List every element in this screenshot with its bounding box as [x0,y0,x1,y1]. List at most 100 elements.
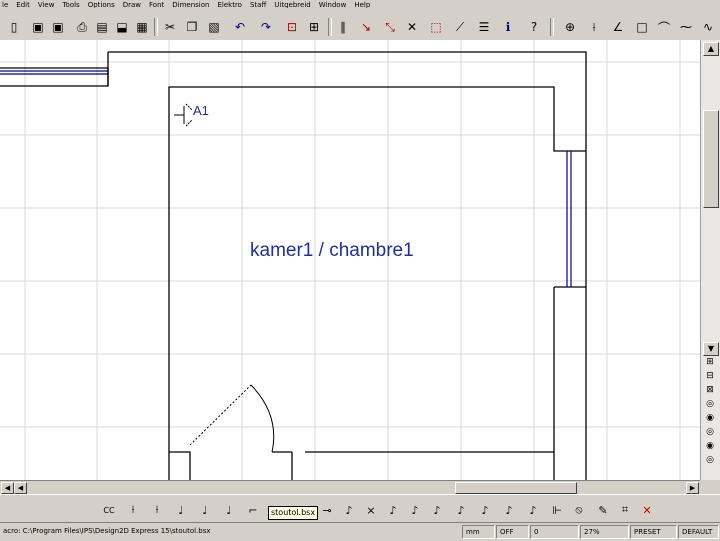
help-pointer-icon[interactable]: ? [524,17,544,37]
zoom-indicator: 27% [580,525,629,539]
menu-item-edit[interactable]: Edit [14,1,30,8]
switch-symbol-2-icon[interactable]: ⟊ [148,501,166,519]
trim-icon[interactable]: ✕ [402,17,422,37]
socket-symbol-icon[interactable]: ♪ [340,501,358,519]
delete-icon[interactable]: ✕ [638,501,656,519]
menu-item-help[interactable]: Help [352,1,370,8]
pencil-icon[interactable]: ✎ [594,501,612,519]
ortho-icon[interactable]: ∠ [608,17,628,37]
print-preview-icon[interactable]: ▤ [92,17,112,37]
menu-item-view[interactable]: View [36,1,55,8]
circle-snap-4-icon[interactable]: ◉ [703,440,717,452]
scroll-left-2-icon[interactable]: ◀ [14,482,27,494]
switch-symbol-icon[interactable]: ⟊ [124,501,142,519]
walls [0,51,587,480]
macro-path: acro: C:\Program Files\IPS\Design2D Expr… [3,527,211,535]
scroll-up-icon[interactable]: ▲ [703,42,719,56]
export-icon[interactable]: ⬓ [112,17,132,37]
menu-item-le[interactable]: le [0,1,8,8]
curve-icon[interactable]: ∿ [698,17,718,37]
cc-button[interactable]: CC [100,501,118,519]
select-window-icon[interactable]: ⬚ [426,17,446,37]
new-file-icon[interactable]: ▯ [4,17,24,37]
page-setup-icon[interactable]: ▦ [132,17,152,37]
circle-snap-2-icon[interactable]: ◉ [703,412,717,424]
lamp-symbol-icon[interactable]: ⦸ [570,501,588,519]
menu-item-draw[interactable]: Draw [121,1,141,8]
properties-icon[interactable]: ℹ [498,17,518,37]
draw-line-icon[interactable]: ↘ [356,17,376,37]
menu-item-options[interactable]: Options [86,1,115,8]
symbols-toolbar: CC ⟊ ⟊ ♩ ♩ ♩ ⌐ ⊸ ♪ ⨯ ♪ ♪ ♪ ♪ ♪ ♪ ♪ ⊩ ⦸ ✎… [0,494,720,523]
outlet-symbol-icon[interactable]: ⊸ [318,501,336,519]
menu-item-window[interactable]: Window [317,1,347,8]
switch-symbol-10-icon[interactable]: ♪ [476,501,494,519]
line-symbol-icon[interactable]: ⌐ [244,501,262,519]
draw-polyline-icon[interactable]: ⤡ [380,17,400,37]
horizontal-scrollbar[interactable]: ◀ ◀ ▶ [0,480,700,494]
grid-toggle-icon[interactable]: ⊞ [703,356,717,368]
arc-icon[interactable]: ⌒ [654,17,674,37]
measure-icon[interactable]: ⟋ [450,17,470,37]
grid-symbol-icon[interactable]: ⌗ [616,501,634,519]
spline-icon[interactable]: ⁓ [676,17,696,37]
save-icon[interactable]: ▣ [28,17,48,37]
room-label: kamer1 / chambre1 [250,240,414,261]
socket-symbol [174,103,193,127]
drawing-canvas[interactable]: A1 kamer1 / chambre1 [0,40,700,480]
circle-snap-3-icon[interactable]: ◎ [703,426,717,438]
style-indicator: DEFAULT [678,525,719,539]
print-icon[interactable]: ⎙ [72,17,92,37]
unit-indicator: mm [462,525,495,539]
circle-snap-icon[interactable]: ◎ [703,398,717,410]
save-as-icon[interactable]: ▣ [48,17,68,37]
zoom-window-icon[interactable]: ⊕ [560,17,580,37]
layer-indicator: 0 [530,525,579,539]
switch-symbol-4-icon[interactable]: ♩ [196,501,214,519]
scroll-down-icon[interactable]: ▼ [703,342,719,356]
copy-icon[interactable]: ❐ [182,17,202,37]
menu-item-font[interactable]: Font [147,1,164,8]
switch-symbol-6-icon[interactable]: ♪ [384,501,402,519]
socket-label: A1 [193,103,209,118]
switch-symbol-9-icon[interactable]: ♪ [452,501,470,519]
circle-snap-5-icon[interactable]: ◎ [703,454,717,466]
tooltip: stoutol.bsx [268,506,318,520]
crossover-symbol-icon[interactable]: ⨯ [362,501,380,519]
undo-icon[interactable]: ↶ [230,17,250,37]
snap-icon[interactable]: ⟊ [584,17,604,37]
preset-indicator: PRESET [630,525,677,539]
switch-symbol-12-icon[interactable]: ♪ [524,501,542,519]
vertical-scrollbar[interactable]: ▲ ▼ ⊞ ⊟ ⊠ ◎ ◉ ◎ ◉ ◎ [700,40,720,480]
insert-block-icon[interactable]: ⊡ [282,17,302,37]
parallel-lines-icon[interactable]: ∥ [333,17,353,37]
menu-item-dimension[interactable]: Dimension [170,1,209,8]
horizontal-scroll-thumb[interactable] [455,482,577,494]
ortho-toggle-icon[interactable]: ⊠ [703,384,717,396]
switch-symbol-11-icon[interactable]: ♪ [500,501,518,519]
menu-item-staff[interactable]: Staff [248,1,266,8]
switch-symbol-7-icon[interactable]: ♪ [406,501,424,519]
reference-icon[interactable]: ⊞ [304,17,324,37]
menu-item-tools[interactable]: Tools [60,1,79,8]
rectangle-icon[interactable]: □ [632,17,652,37]
menu-item-elektro[interactable]: Elektro [215,1,241,8]
door-swing [189,384,275,453]
main-toolbar: ▯ ▣ ▣ ⎙ ▤ ⬓ ▦ ✂ ❐ ▧ ↶ ↷ ⊡ ⊞ ∥ ↘ ⤡ ✕ ⬚ ⟋ … [0,8,720,41]
switch-symbol-3-icon[interactable]: ♩ [172,501,190,519]
cut-icon[interactable]: ✂ [160,17,180,37]
scroll-right-icon[interactable]: ▶ [686,482,699,494]
switch-symbol-13-icon[interactable]: ⊩ [548,501,566,519]
switch-symbol-8-icon[interactable]: ♪ [428,501,446,519]
status-bar: acro: C:\Program Files\IPS\Design2D Expr… [0,522,720,541]
redo-icon[interactable]: ↷ [256,17,276,37]
layers-icon[interactable]: ☰ [474,17,494,37]
vertical-scroll-thumb[interactable] [703,110,719,208]
switch-symbol-5-icon[interactable]: ♩ [220,501,238,519]
snap-toggle-icon[interactable]: ⊟ [703,370,717,382]
paste-icon[interactable]: ▧ [204,17,224,37]
snap-indicator: OFF [496,525,529,539]
menu-bar: le Edit View Tools Options Draw Font Dimension E… [0,0,720,8]
menu-item-uitgebreid[interactable]: Uitgebreid [272,1,310,8]
scroll-left-icon[interactable]: ◀ [1,482,14,494]
